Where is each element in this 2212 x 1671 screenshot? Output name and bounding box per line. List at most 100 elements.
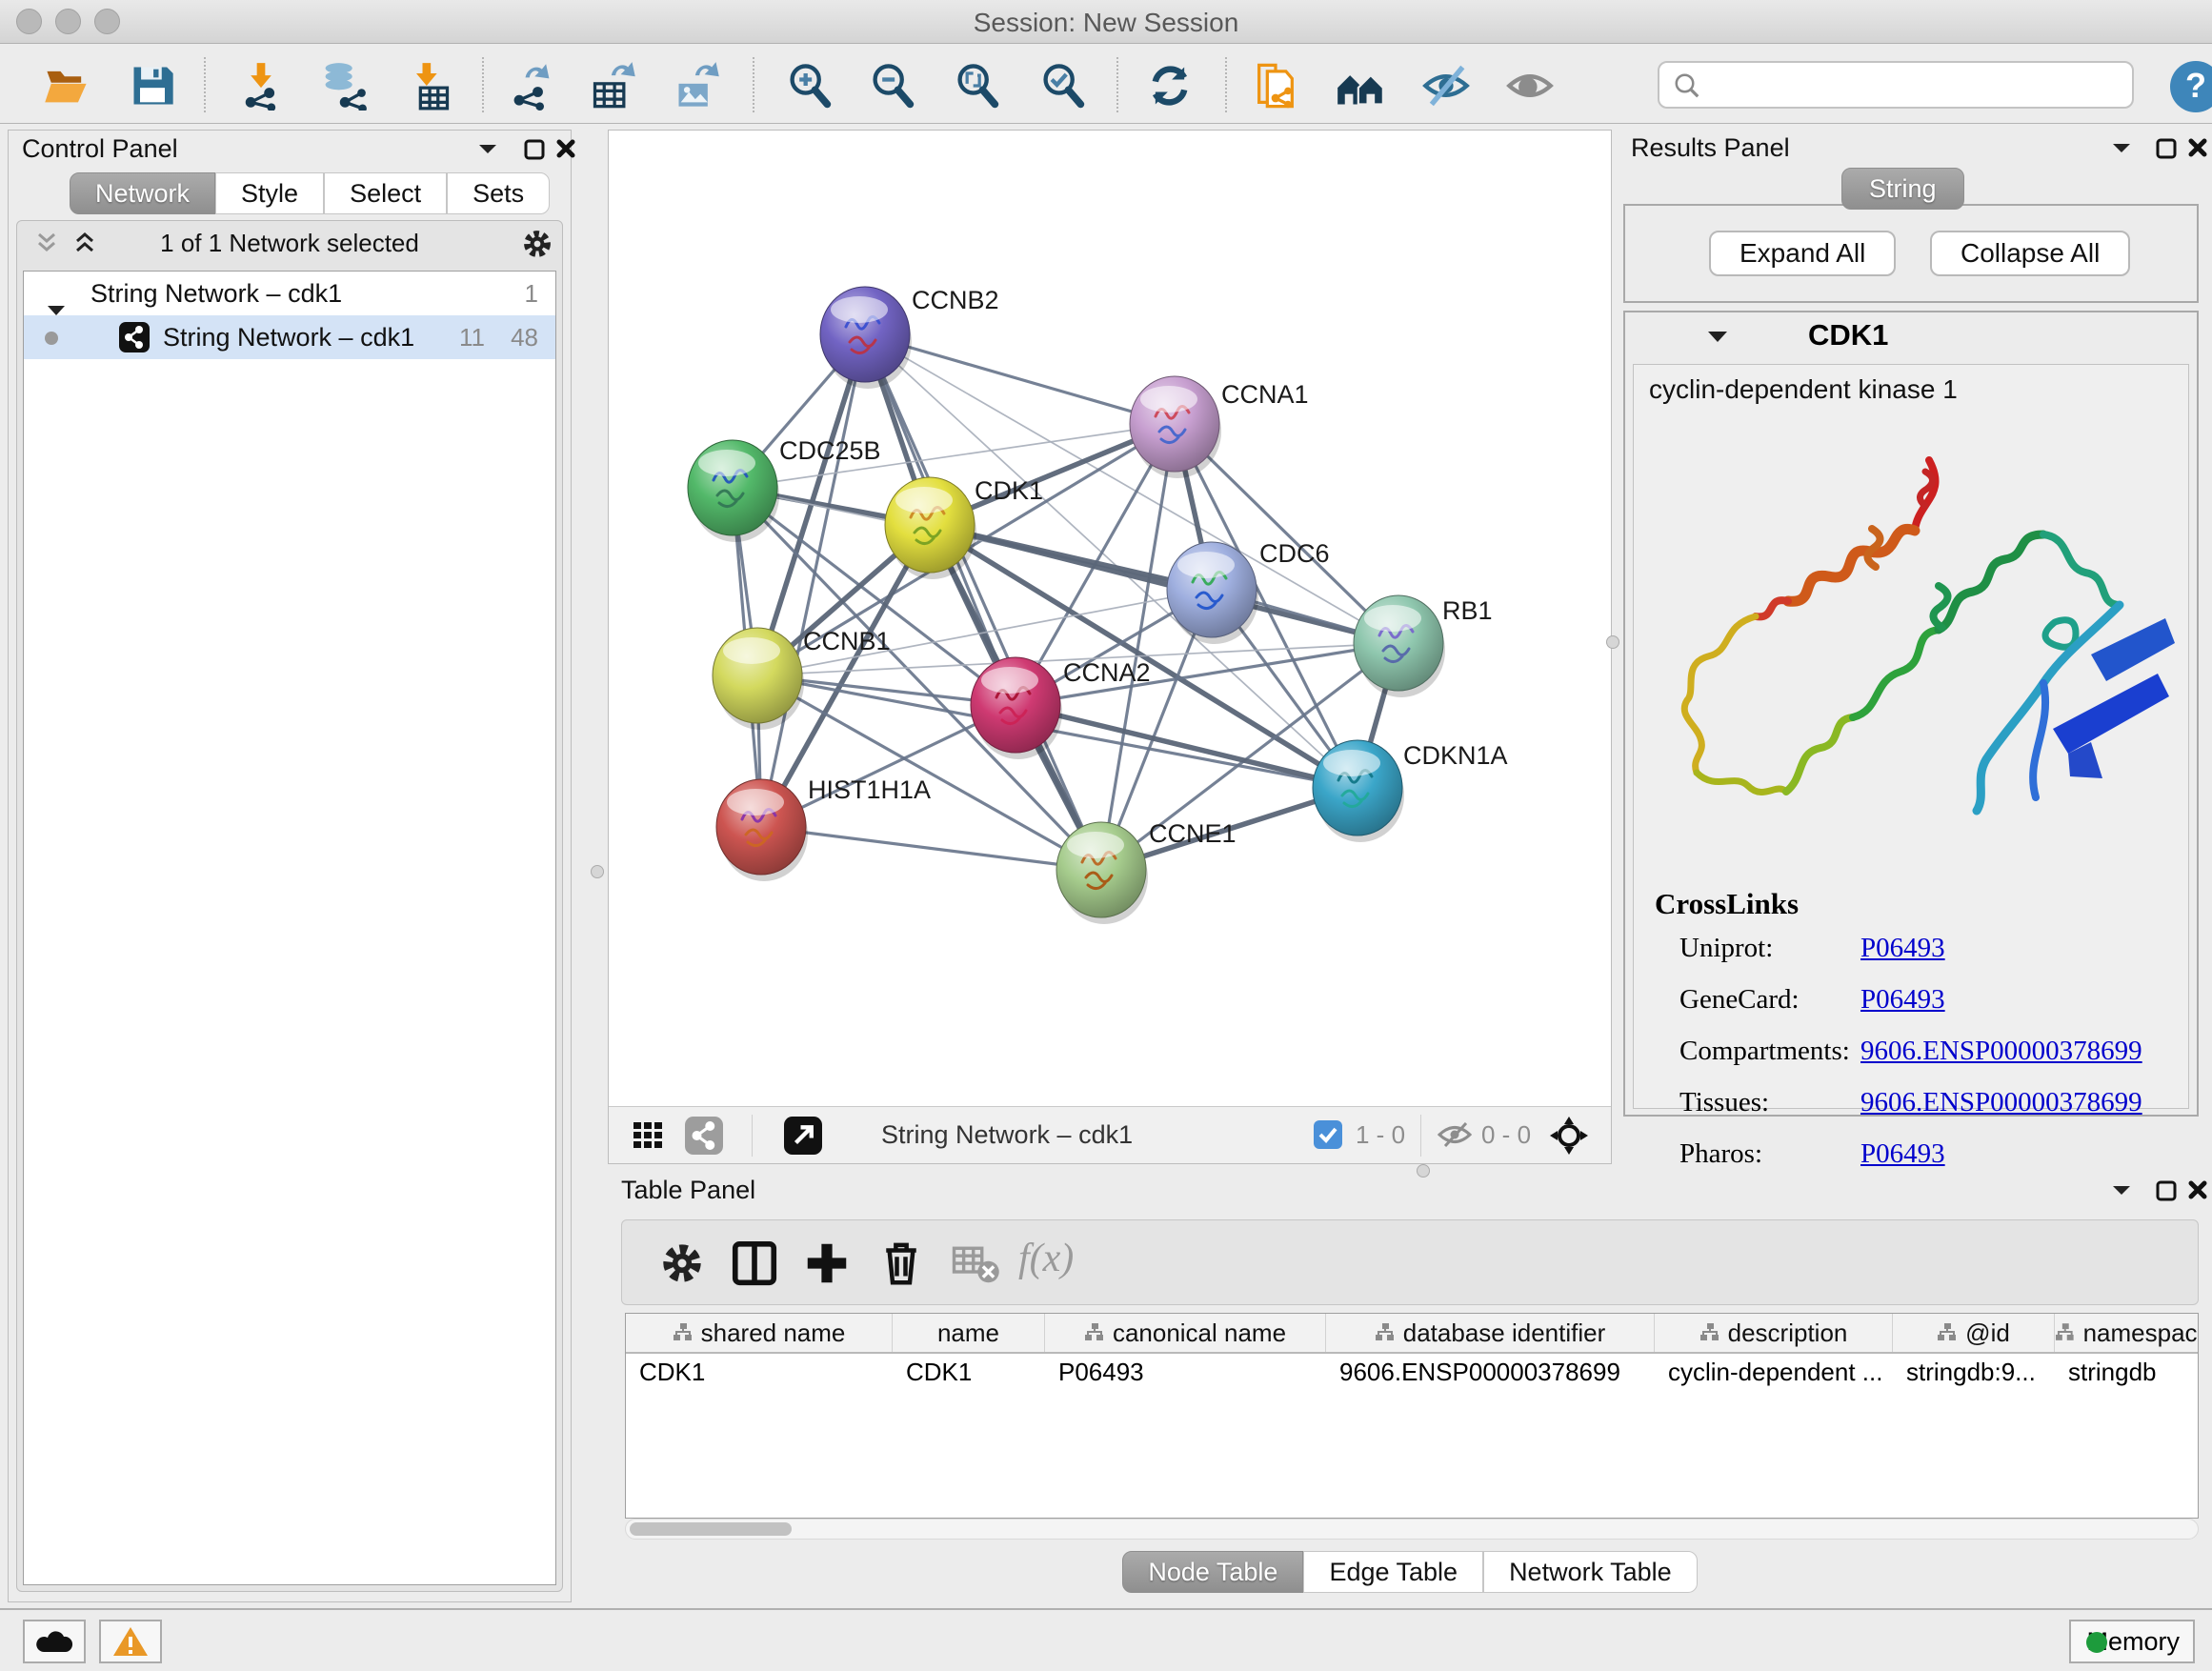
zoom-out-button[interactable] xyxy=(868,61,917,111)
column-header-canonical-name[interactable]: canonical name xyxy=(1045,1314,1326,1352)
table-cell[interactable]: stringdb xyxy=(2055,1354,2199,1394)
open-in-window-icon[interactable] xyxy=(784,1117,822,1159)
crosslink-link[interactable]: P06493 xyxy=(1860,1138,1945,1170)
network-options-gear-icon[interactable] xyxy=(520,227,554,266)
open-session-button[interactable] xyxy=(42,61,91,111)
toolbar-separator xyxy=(204,57,206,112)
cloud-status-button[interactable] xyxy=(23,1620,86,1663)
crosslink-link[interactable]: P06493 xyxy=(1860,933,1945,964)
table-cell[interactable]: CDK1 xyxy=(626,1354,893,1394)
selected-checkbox-icon[interactable] xyxy=(1314,1120,1342,1154)
column-header-label: description xyxy=(1728,1319,1848,1348)
node-table[interactable]: shared namenamecanonical namedatabase id… xyxy=(625,1313,2199,1519)
float-panel-icon[interactable] xyxy=(523,138,546,166)
column-header-namespace[interactable]: namespace xyxy=(2055,1314,2199,1352)
table-cell[interactable]: stringdb:9... xyxy=(1893,1354,2055,1394)
column-header-database-identifier[interactable]: database identifier xyxy=(1326,1314,1655,1352)
collapse-all-button[interactable]: Collapse All xyxy=(1930,231,2130,276)
node-CDK1[interactable]: CDK1 xyxy=(885,476,1043,579)
show-graphics-button[interactable] xyxy=(1505,61,1555,111)
search-input[interactable] xyxy=(1658,61,2134,109)
export-network-button[interactable] xyxy=(507,61,556,111)
tab-network[interactable]: Network xyxy=(70,172,215,214)
export-image-button[interactable] xyxy=(673,61,722,111)
crosslink-link[interactable]: 9606.ENSP00000378699 xyxy=(1860,1036,2142,1067)
collection-label: String Network – cdk1 xyxy=(90,272,342,315)
function-builder-button[interactable]: f(x) xyxy=(1018,1236,1074,1281)
zoom-in-button[interactable] xyxy=(785,61,835,111)
edge-CCNB2-HIST1H1A[interactable] xyxy=(761,334,865,827)
grid-view-icon[interactable] xyxy=(632,1118,666,1158)
table-options-gear-icon[interactable] xyxy=(656,1238,708,1289)
left-splitter-handle[interactable] xyxy=(591,865,604,878)
add-column-icon[interactable] xyxy=(801,1238,853,1289)
memory-button[interactable]: Memory xyxy=(2069,1620,2195,1663)
column-header-shared-name[interactable]: shared name xyxy=(626,1314,893,1352)
table-horizontal-scrollbar[interactable] xyxy=(625,1519,2199,1540)
tab-select[interactable]: Select xyxy=(324,172,447,214)
table-cell[interactable]: 9606.ENSP00000378699 xyxy=(1326,1354,1655,1394)
table-row[interactable]: CDK1CDK1P064939606.ENSP00000378699cyclin… xyxy=(626,1354,2198,1394)
tab-edge-table[interactable]: Edge Table xyxy=(1303,1551,1483,1593)
delete-table-icon[interactable] xyxy=(950,1238,1001,1289)
import-table-button[interactable] xyxy=(404,61,453,111)
right-splitter-handle[interactable] xyxy=(1606,635,1619,649)
column-header-name[interactable]: name xyxy=(893,1314,1045,1352)
import-network-button[interactable] xyxy=(236,61,286,111)
panel-menu-icon[interactable] xyxy=(2111,1183,2132,1201)
delete-column-icon[interactable] xyxy=(875,1238,927,1289)
table-cell[interactable]: P06493 xyxy=(1045,1354,1326,1394)
expand-all-button[interactable]: Expand All xyxy=(1709,231,1896,276)
column-header--id[interactable]: @id xyxy=(1893,1314,2055,1352)
show-columns-icon[interactable] xyxy=(729,1238,780,1289)
table-panel-title: Table Panel xyxy=(621,1176,755,1205)
tab-sets[interactable]: Sets xyxy=(447,172,550,214)
node-CDKN1A[interactable]: CDKN1A xyxy=(1313,740,1508,842)
node-RB1[interactable]: RB1 xyxy=(1354,595,1493,697)
node-CCNA1[interactable]: CCNA1 xyxy=(1130,376,1309,478)
edge-HIST1H1A-CCNE1[interactable] xyxy=(761,827,1101,870)
warning-status-button[interactable] xyxy=(99,1620,162,1663)
table-cell[interactable]: CDK1 xyxy=(893,1354,1045,1394)
tab-style[interactable]: Style xyxy=(215,172,324,214)
refresh-button[interactable] xyxy=(1145,61,1195,111)
close-panel-icon[interactable] xyxy=(2187,1179,2208,1205)
save-session-button[interactable] xyxy=(128,61,177,111)
float-panel-icon[interactable] xyxy=(2155,1179,2178,1207)
tab-node-table[interactable]: Node Table xyxy=(1122,1551,1303,1593)
column-type-icon xyxy=(1084,1322,1105,1343)
panel-menu-icon[interactable] xyxy=(477,142,498,160)
node-CCNB2[interactable]: CCNB2 xyxy=(820,286,999,389)
network-row[interactable]: String Network – cdk1 11 48 xyxy=(24,315,555,359)
scrollbar-thumb[interactable] xyxy=(630,1522,792,1536)
node-label-CCNB1: CCNB1 xyxy=(803,627,891,655)
zoom-fit-button[interactable] xyxy=(953,61,1002,111)
home-button[interactable] xyxy=(1336,61,1385,111)
open-session-docs-button[interactable] xyxy=(1251,61,1300,111)
crosslink-link[interactable]: P06493 xyxy=(1860,984,1945,1016)
hidden-eye-icon[interactable] xyxy=(1438,1122,1472,1152)
birdseye-crosshair-icon[interactable] xyxy=(1548,1115,1590,1161)
edge-CCNB2-CCNA1[interactable] xyxy=(865,334,1175,424)
table-cell[interactable]: cyclin-dependent ... xyxy=(1655,1354,1893,1394)
bottom-splitter-handle[interactable] xyxy=(1417,1164,1430,1178)
close-panel-icon[interactable] xyxy=(2187,137,2208,163)
network-share-badge-icon[interactable] xyxy=(685,1117,723,1159)
import-network-from-database-button[interactable] xyxy=(318,61,368,111)
hide-unhide-button[interactable] xyxy=(1421,61,1471,111)
column-header-description[interactable]: description xyxy=(1655,1314,1893,1352)
network-canvas[interactable]: CCNB2CCNA1CDC25BCDK1CDC6RB1CCNB1CCNA2CDK… xyxy=(609,131,1611,1106)
tab-network-table[interactable]: Network Table xyxy=(1483,1551,1698,1593)
network-collection-row[interactable]: String Network – cdk1 1 xyxy=(24,272,555,315)
zoom-selected-button[interactable] xyxy=(1038,61,1088,111)
help-button[interactable]: ? xyxy=(2170,61,2212,112)
close-panel-icon[interactable] xyxy=(555,138,576,164)
protein-expander-icon[interactable] xyxy=(1707,330,1728,349)
float-panel-icon[interactable] xyxy=(2155,137,2178,165)
node-HIST1H1A[interactable]: HIST1H1A xyxy=(716,775,931,881)
panel-menu-icon[interactable] xyxy=(2111,141,2132,159)
crosslink-link[interactable]: 9606.ENSP00000378699 xyxy=(1860,1087,2142,1118)
tab-string[interactable]: String xyxy=(1841,168,1964,210)
node-CDC6[interactable]: CDC6 xyxy=(1167,539,1330,644)
export-table-button[interactable] xyxy=(589,61,638,111)
